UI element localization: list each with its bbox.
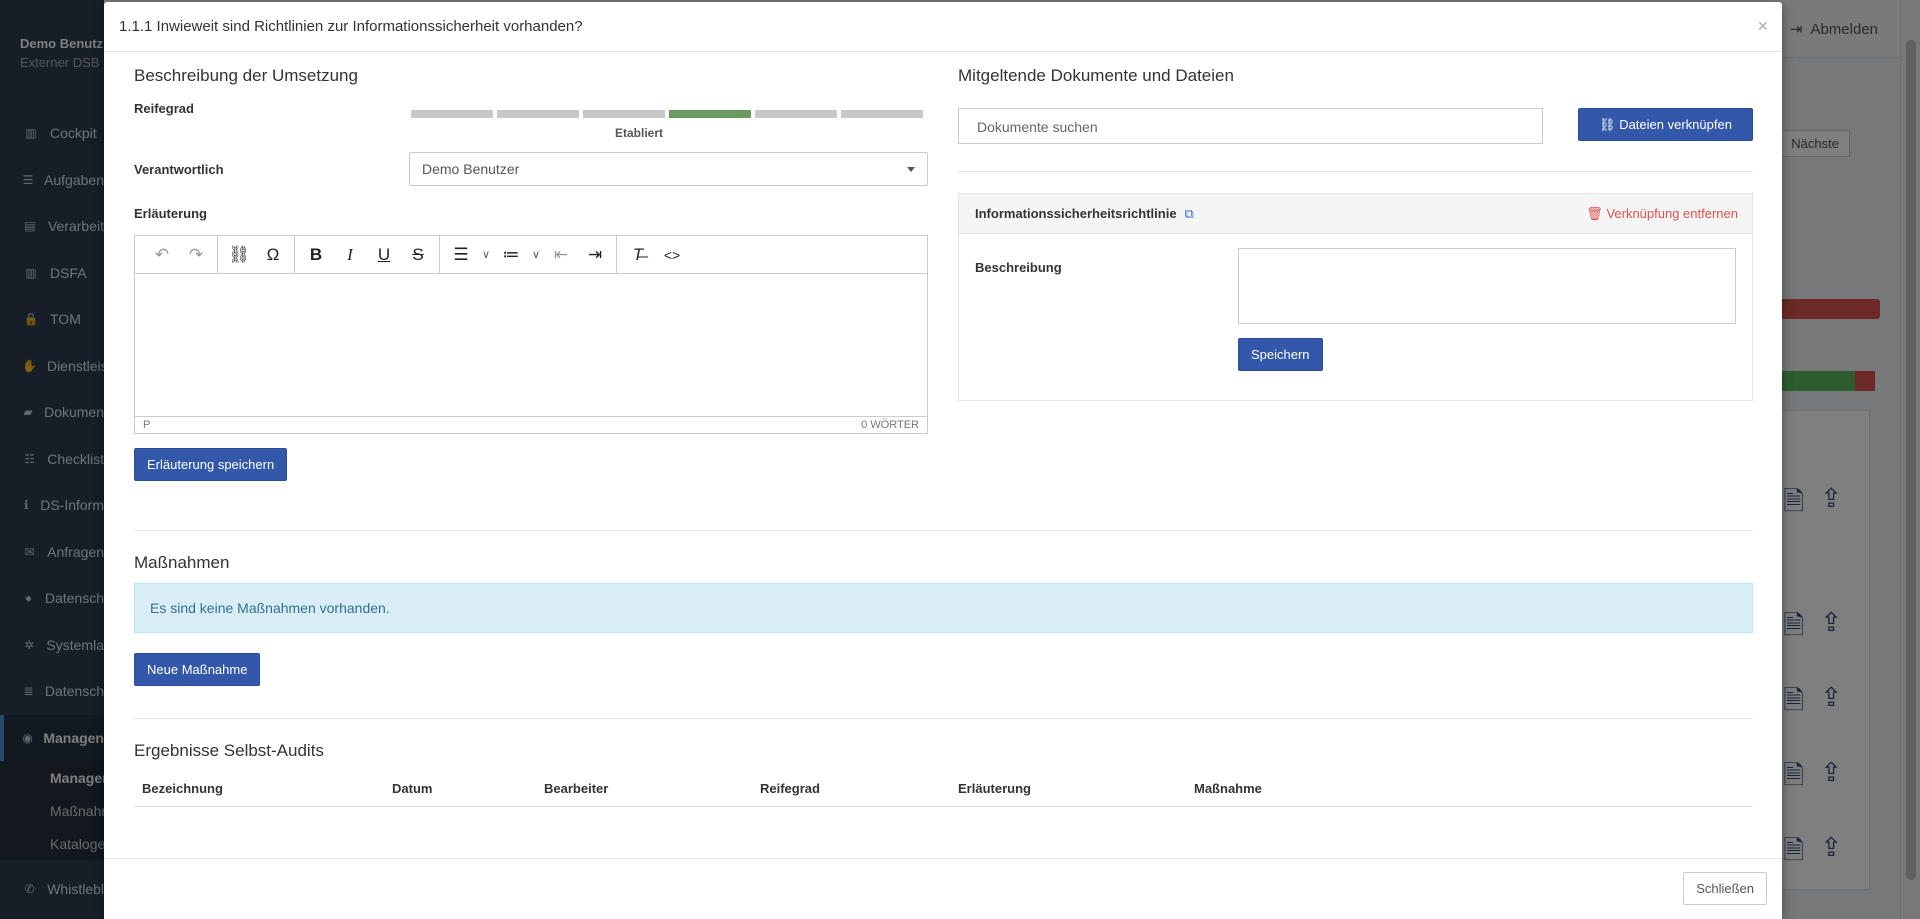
search-placeholder: Dokumente suchen bbox=[977, 119, 1098, 135]
editor-statusbar: P 0 WÖRTER bbox=[135, 416, 927, 433]
link-files-button[interactable]: ⛓ Dateien verknüpfen bbox=[1578, 108, 1753, 141]
verantwortlich-row: Verantwortlich Demo Benutzer bbox=[134, 152, 928, 206]
editor-content-area[interactable] bbox=[135, 274, 927, 416]
reifegrad-step[interactable] bbox=[583, 110, 665, 118]
beschreibung-textarea[interactable] bbox=[1238, 248, 1736, 324]
outdent-icon[interactable]: ⇤ bbox=[544, 238, 578, 272]
column-header[interactable]: Datum bbox=[384, 771, 536, 807]
remove-link-button[interactable]: 🗑 Verknüpfung entfernen bbox=[1586, 206, 1738, 222]
caret-down-icon bbox=[907, 167, 915, 172]
massnahmen-section: Maßnahmen Es sind keine Maßnahmen vorhan… bbox=[134, 553, 1753, 686]
link-icon: ⛓ bbox=[1599, 117, 1616, 132]
audits-section: Ergebnisse Selbst-Audits Bezeichnung Datu… bbox=[134, 741, 1753, 807]
audits-table-header: Bezeichnung Datum Bearbeiter Reifegrad Erläu… bbox=[134, 771, 1753, 807]
column-header[interactable]: Reifegrad bbox=[752, 771, 950, 807]
reifegrad-row: Reifegrad Etabliert bbox=[134, 100, 928, 140]
reifegrad-label: Reifegrad bbox=[134, 101, 194, 116]
modal-footer: Schließen bbox=[104, 858, 1782, 919]
linked-document-body: Beschreibung Speichern bbox=[959, 234, 1752, 400]
massnahmen-empty-alert: Es sind keine Maßnahmen vorhanden. bbox=[134, 583, 1753, 633]
verantwortlich-value: Demo Benutzer bbox=[422, 161, 520, 177]
chevron-down-icon[interactable]: ∨ bbox=[478, 238, 494, 272]
linked-document-panel: Informationssicherheitsrichtlinie ⧉ 🗑 Ve… bbox=[958, 193, 1753, 401]
bold-icon[interactable]: B bbox=[299, 238, 333, 272]
indent-icon[interactable]: ⇥ bbox=[578, 238, 612, 272]
massnahmen-heading: Maßnahmen bbox=[134, 553, 230, 572]
italic-icon[interactable]: I bbox=[333, 238, 367, 272]
audits-heading: Ergebnisse Selbst-Audits bbox=[134, 741, 324, 760]
column-header[interactable]: Bezeichnung bbox=[134, 771, 384, 807]
save-erlaeuterung-button[interactable]: Erläuterung speichern bbox=[134, 448, 288, 481]
dokumente-section: Mitgeltende Dokumente und Dateien Dokume… bbox=[958, 66, 1753, 401]
rich-text-editor: ↶ ↷ ⛓ Ω B I U S ☰ ∨ ≔ ∨ ⇤ ⇥ T̶ <> P 0 WÖ… bbox=[134, 235, 928, 434]
erlaeuterung-label: Erläuterung bbox=[134, 206, 207, 221]
editor-toolbar: ↶ ↷ ⛓ Ω B I U S ☰ ∨ ≔ ∨ ⇤ ⇥ T̶ <> bbox=[135, 235, 927, 274]
reifegrad-step[interactable] bbox=[497, 110, 579, 118]
link-icon[interactable]: ⛓ bbox=[222, 238, 256, 272]
audits-table: Bezeichnung Datum Bearbeiter Reifegrad Erläu… bbox=[134, 771, 1753, 807]
verantwortlich-select[interactable]: Demo Benutzer bbox=[409, 152, 928, 186]
document-search-input[interactable]: Dokumente suchen bbox=[958, 108, 1543, 144]
modal-dialog: 1.1.1 Inwieweit sind Richtlinien zur Inf… bbox=[104, 2, 1782, 919]
verantwortlich-label: Verantwortlich bbox=[134, 162, 224, 177]
divider bbox=[958, 171, 1753, 172]
code-icon[interactable]: <> bbox=[655, 238, 689, 272]
editor-element-path: P bbox=[143, 419, 151, 431]
undo-icon[interactable]: ↶ bbox=[145, 238, 179, 272]
numbered-list-icon[interactable]: ≔ bbox=[494, 238, 528, 272]
umsetzung-section: Beschreibung der Umsetzung Reifegrad Eta… bbox=[134, 66, 928, 481]
column-header[interactable]: Maßnahme bbox=[1186, 771, 1753, 807]
divider bbox=[134, 530, 1753, 531]
close-icon[interactable]: × bbox=[1757, 16, 1768, 37]
new-massnahme-button[interactable]: Neue Maßnahme bbox=[134, 653, 261, 686]
redo-icon[interactable]: ↷ bbox=[179, 238, 213, 272]
trash-icon: 🗑 bbox=[1586, 205, 1603, 221]
reifegrad-step[interactable] bbox=[755, 110, 837, 118]
special-char-icon[interactable]: Ω bbox=[256, 238, 290, 272]
reifegrad-step[interactable] bbox=[669, 110, 751, 118]
reifegrad-step[interactable] bbox=[841, 110, 923, 118]
bullet-list-icon[interactable]: ☰ bbox=[444, 238, 478, 272]
underline-icon[interactable]: U bbox=[367, 238, 401, 272]
strikethrough-icon[interactable]: S bbox=[401, 238, 435, 272]
external-link-icon[interactable]: ⧉ bbox=[1184, 206, 1193, 221]
linked-document-title[interactable]: Informationssicherheitsrichtlinie bbox=[975, 206, 1177, 221]
modal-title: 1.1.1 Inwieweit sind Richtlinien zur Inf… bbox=[119, 18, 583, 35]
link-files-label: Dateien verknüpfen bbox=[1619, 117, 1732, 132]
umsetzung-heading: Beschreibung der Umsetzung bbox=[134, 66, 358, 85]
reifegrad-step[interactable] bbox=[411, 110, 493, 118]
linked-document-header: Informationssicherheitsrichtlinie ⧉ 🗑 Ve… bbox=[959, 194, 1752, 234]
clear-format-icon[interactable]: T̶ bbox=[621, 238, 655, 272]
editor-word-count: 0 WÖRTER bbox=[861, 419, 919, 431]
column-header[interactable]: Erläuterung bbox=[950, 771, 1186, 807]
beschreibung-label: Beschreibung bbox=[975, 260, 1062, 275]
modal-header: 1.1.1 Inwieweit sind Richtlinien zur Inf… bbox=[104, 2, 1782, 52]
remove-link-label: Verknüpfung entfernen bbox=[1606, 205, 1738, 221]
dokumente-heading: Mitgeltende Dokumente und Dateien bbox=[958, 66, 1234, 85]
divider bbox=[134, 718, 1753, 719]
column-header[interactable]: Bearbeiter bbox=[536, 771, 752, 807]
chevron-down-icon[interactable]: ∨ bbox=[528, 238, 544, 272]
reifegrad-scale[interactable] bbox=[411, 110, 923, 118]
save-beschreibung-button[interactable]: Speichern bbox=[1238, 338, 1323, 371]
close-modal-button[interactable]: Schließen bbox=[1683, 872, 1767, 905]
reifegrad-value: Etabliert bbox=[615, 126, 664, 140]
